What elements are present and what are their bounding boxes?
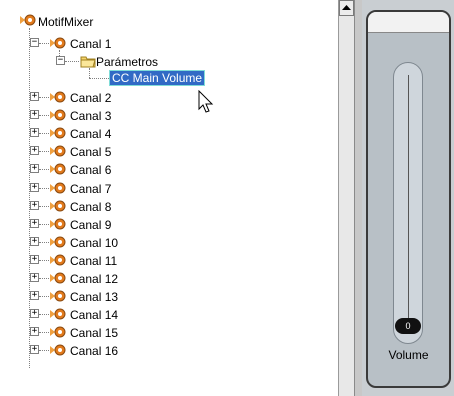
expand-icon[interactable]: + (30, 110, 39, 119)
tree-item-channel[interactable]: Canal 5 (70, 145, 111, 159)
connector (39, 151, 49, 152)
channel-strip: 0 Volume (366, 10, 451, 388)
fader-track (408, 75, 409, 331)
tree-item-channel[interactable]: Canal 16 (70, 344, 118, 358)
tree-item-cc-main-volume[interactable]: CC Main Volume (108, 70, 206, 86)
tree-item-channel[interactable]: Canal 3 (70, 109, 111, 123)
tree-item-channel[interactable]: Canal 9 (70, 218, 111, 232)
expand-icon[interactable]: + (30, 183, 39, 192)
midi-port-icon (50, 90, 66, 104)
tree-item-channel[interactable]: Canal 6 (70, 163, 111, 177)
expand-icon[interactable]: + (30, 255, 39, 264)
fader-value-display: 0 (395, 318, 421, 334)
expand-icon[interactable]: + (30, 345, 39, 354)
scroll-up-button[interactable] (339, 0, 354, 16)
volume-fader[interactable] (393, 62, 423, 344)
tree-item-channel[interactable]: Canal 2 (70, 91, 111, 105)
connector (39, 242, 49, 243)
mixer-panel: 0 Volume (362, 0, 454, 396)
expand-icon[interactable]: + (30, 273, 39, 282)
connector (39, 43, 49, 44)
collapse-icon[interactable]: − (56, 56, 65, 65)
connector (39, 278, 49, 279)
mouse-cursor-icon (198, 89, 214, 119)
connector (89, 78, 109, 79)
connector (39, 206, 49, 207)
midi-port-icon (50, 253, 66, 267)
tree-item-channel[interactable]: Canal 13 (70, 290, 118, 304)
connector (39, 188, 49, 189)
connector (39, 260, 49, 261)
expand-icon[interactable]: + (30, 219, 39, 228)
expand-icon[interactable]: + (30, 146, 39, 155)
expand-icon[interactable]: + (30, 309, 39, 318)
midi-port-icon (50, 126, 66, 140)
connector (39, 115, 49, 116)
tree-item-channel[interactable]: Canal 12 (70, 272, 118, 286)
expand-icon[interactable]: + (30, 128, 39, 137)
midi-device-icon (20, 13, 36, 27)
connector (89, 68, 90, 78)
fader-label: Volume (388, 348, 429, 362)
tree-root-label[interactable]: MotifMixer (38, 15, 93, 29)
tree-item-parametros[interactable]: Parámetros (96, 55, 158, 69)
vertical-scrollbar[interactable] (338, 0, 354, 396)
midi-port-icon (50, 181, 66, 195)
expand-icon[interactable]: + (30, 164, 39, 173)
connector (39, 224, 49, 225)
connector (39, 314, 49, 315)
expand-icon[interactable]: + (30, 201, 39, 210)
expand-icon[interactable]: + (30, 92, 39, 101)
midi-port-icon (50, 36, 66, 50)
connector (65, 61, 79, 62)
midi-port-icon (50, 325, 66, 339)
strip-header (368, 12, 449, 33)
midi-port-icon (50, 162, 66, 176)
expand-icon[interactable]: + (30, 327, 39, 336)
connector (39, 350, 49, 351)
tree-item-channel[interactable]: Canal 10 (70, 236, 118, 250)
midi-port-icon (50, 235, 66, 249)
chevron-up-icon (342, 5, 351, 10)
tree-item-channel[interactable]: Canal 7 (70, 182, 111, 196)
pane-splitter[interactable] (354, 0, 362, 396)
tree-item-channel[interactable]: Canal 15 (70, 326, 118, 340)
midi-port-icon (50, 343, 66, 357)
midi-port-icon (50, 217, 66, 231)
connector (39, 97, 49, 98)
midi-port-icon (50, 144, 66, 158)
tree-item-channel[interactable]: Canal 14 (70, 308, 118, 322)
tree-item-channel[interactable]: Canal 11 (70, 254, 117, 268)
folder-open-icon (80, 54, 96, 68)
connector (39, 169, 49, 170)
tree-item-channel[interactable]: Canal 8 (70, 200, 111, 214)
tree-view[interactable]: MotifMixer − Canal 1 − Parámetros CC Mai… (0, 0, 338, 396)
tree-item-canal-1[interactable]: Canal 1 (70, 37, 111, 51)
midi-port-icon (50, 108, 66, 122)
midi-port-icon (50, 307, 66, 321)
tree-item-channel[interactable]: Canal 4 (70, 127, 111, 141)
expand-icon[interactable]: + (30, 291, 39, 300)
midi-port-icon (50, 271, 66, 285)
midi-port-icon (50, 289, 66, 303)
connector (39, 332, 49, 333)
connector (39, 296, 49, 297)
connector (39, 133, 49, 134)
collapse-icon[interactable]: − (30, 38, 39, 47)
expand-icon[interactable]: + (30, 237, 39, 246)
midi-port-icon (50, 199, 66, 213)
